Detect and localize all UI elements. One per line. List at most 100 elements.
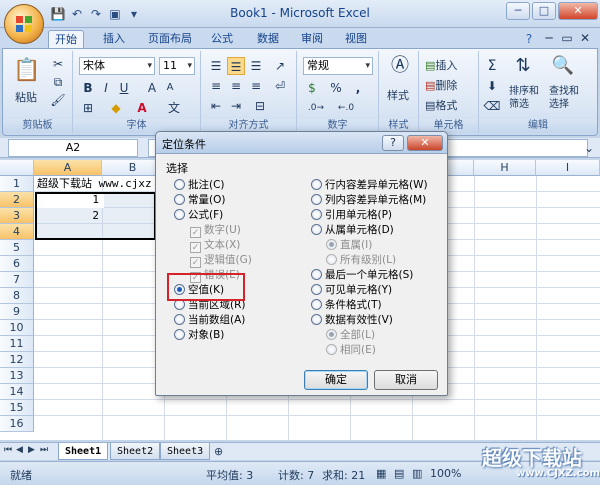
option-row-differences[interactable]: 行内容差异单元格(W): [311, 178, 428, 192]
orientation-icon[interactable]: ↗: [271, 57, 289, 75]
merge-center-icon[interactable]: ⊟: [251, 97, 269, 115]
font-color-icon[interactable]: A: [133, 99, 151, 117]
option-constants[interactable]: 常量(O): [174, 193, 225, 207]
page-break-view-icon[interactable]: ▥: [412, 467, 422, 480]
cancel-button[interactable]: 取消: [374, 370, 438, 390]
format-cells-button[interactable]: ▤格式: [425, 97, 457, 113]
option-precedents[interactable]: 引用单元格(P): [311, 208, 392, 222]
option-comments[interactable]: 批注(C): [174, 178, 225, 192]
ribbon-close-icon[interactable]: ✕: [576, 29, 594, 47]
row-header[interactable]: 11: [0, 336, 34, 352]
option-formulas[interactable]: 公式(F): [174, 208, 223, 222]
wrap-text-icon[interactable]: ⏎: [271, 77, 289, 95]
row-header[interactable]: 3: [0, 208, 34, 224]
dialog-help-button[interactable]: ?: [382, 135, 404, 151]
grow-font-icon[interactable]: A: [143, 79, 161, 97]
copy-icon[interactable]: ⧉: [49, 73, 67, 91]
cell-a2[interactable]: 1: [37, 192, 99, 208]
sort-filter-button[interactable]: 排序和筛选: [509, 85, 539, 111]
align-left-icon[interactable]: ≡: [207, 77, 225, 95]
option-last-cell[interactable]: 最后一个单元格(S): [311, 268, 413, 282]
column-header[interactable]: I: [536, 160, 600, 176]
sheet-tab-sheet1[interactable]: Sheet1: [58, 443, 109, 460]
shrink-font-icon[interactable]: A: [161, 79, 179, 97]
styles-icon[interactable]: Ⓐ: [389, 57, 411, 81]
row-header[interactable]: 7: [0, 272, 34, 288]
phonetic-icon[interactable]: 文: [165, 99, 183, 117]
office-button[interactable]: [4, 4, 44, 44]
tab-view[interactable]: 视图: [338, 30, 374, 48]
border-icon[interactable]: ⊞: [79, 99, 97, 117]
row-header[interactable]: 4: [0, 224, 34, 240]
maximize-button[interactable]: □: [532, 2, 556, 20]
fill-icon[interactable]: ⬇: [483, 77, 501, 95]
decrease-indent-icon[interactable]: ⇤: [207, 97, 225, 115]
close-button[interactable]: ✕: [558, 2, 598, 20]
underline-button[interactable]: U: [115, 79, 133, 97]
select-all-corner[interactable]: [0, 160, 34, 176]
next-sheet-icon[interactable]: ▶: [28, 445, 38, 455]
name-box[interactable]: A2: [8, 139, 138, 157]
option-objects[interactable]: 对象(B): [174, 328, 224, 342]
row-header[interactable]: 14: [0, 384, 34, 400]
ok-button[interactable]: 确定: [304, 370, 368, 390]
sheet-tab-sheet2[interactable]: Sheet2: [110, 443, 161, 460]
prev-sheet-icon[interactable]: ◀: [16, 445, 26, 455]
tab-data[interactable]: 数据: [250, 30, 286, 48]
row-header[interactable]: 6: [0, 256, 34, 272]
row-header[interactable]: 8: [0, 288, 34, 304]
expand-formula-icon[interactable]: ⌄: [580, 139, 598, 157]
option-current-array[interactable]: 当前数组(A): [174, 313, 245, 327]
page-layout-view-icon[interactable]: ▤: [394, 467, 404, 480]
insert-sheet-icon[interactable]: ⊕: [214, 445, 230, 458]
normal-view-icon[interactable]: ▦: [376, 467, 386, 480]
align-center-icon[interactable]: ≡: [227, 77, 245, 95]
sheet-tab-sheet3[interactable]: Sheet3: [160, 443, 211, 460]
tab-formulas[interactable]: 公式: [204, 30, 240, 48]
font-size-box[interactable]: 11: [159, 57, 195, 75]
format-painter-icon[interactable]: 🖌: [49, 91, 67, 109]
row-header[interactable]: 10: [0, 320, 34, 336]
align-middle-icon[interactable]: ☰: [227, 57, 245, 75]
option-data-validation[interactable]: 数据有效性(V): [311, 313, 393, 327]
number-format-box[interactable]: 常规: [303, 57, 373, 75]
styles-button[interactable]: 样式: [387, 87, 409, 103]
align-top-icon[interactable]: ☰: [207, 57, 225, 75]
autosum-icon[interactable]: Σ: [483, 57, 501, 75]
cell-a3[interactable]: 2: [37, 208, 99, 224]
last-sheet-icon[interactable]: ⏭: [40, 445, 50, 455]
ribbon-restore-icon[interactable]: ▭: [558, 29, 576, 47]
find-select-button[interactable]: 查找和选择: [549, 85, 579, 111]
cell-a1[interactable]: 超级下载站 www.cjxz: [37, 176, 157, 192]
paste-button[interactable]: 粘贴: [15, 89, 37, 105]
option-visible-cells[interactable]: 可见单元格(Y): [311, 283, 392, 297]
font-name-box[interactable]: 宋体: [79, 57, 155, 75]
option-conditional-formats[interactable]: 条件格式(T): [311, 298, 382, 312]
percent-button[interactable]: %: [327, 79, 345, 97]
find-select-icon[interactable]: 🔍: [551, 57, 575, 81]
row-header[interactable]: 2: [0, 192, 34, 208]
delete-cells-button[interactable]: ▤删除: [425, 77, 457, 93]
tab-home[interactable]: 开始: [48, 30, 84, 48]
minimize-button[interactable]: ─: [506, 2, 530, 20]
clear-icon[interactable]: ⌫: [483, 97, 501, 115]
row-header[interactable]: 5: [0, 240, 34, 256]
row-header[interactable]: 9: [0, 304, 34, 320]
cut-icon[interactable]: ✂: [49, 55, 67, 73]
row-header[interactable]: 16: [0, 416, 34, 432]
bold-button[interactable]: B: [79, 79, 97, 97]
zoom-level[interactable]: 100%: [430, 467, 461, 480]
fill-color-icon[interactable]: ◆: [107, 99, 125, 117]
align-right-icon[interactable]: ≡: [247, 77, 265, 95]
increase-decimal-icon[interactable]: .0→: [307, 99, 325, 117]
tab-insert[interactable]: 插入: [96, 30, 132, 48]
first-sheet-icon[interactable]: ⏮: [4, 445, 14, 455]
tab-page-layout[interactable]: 页面布局: [140, 30, 200, 48]
option-column-differences[interactable]: 列内容差异单元格(M): [311, 193, 426, 207]
align-bottom-icon[interactable]: ☰: [247, 57, 265, 75]
option-dependents[interactable]: 从属单元格(D): [311, 223, 394, 237]
comma-button[interactable]: ,: [349, 79, 367, 97]
row-header[interactable]: 15: [0, 400, 34, 416]
dialog-close-button[interactable]: ✕: [407, 135, 443, 151]
tab-review[interactable]: 审阅: [294, 30, 330, 48]
